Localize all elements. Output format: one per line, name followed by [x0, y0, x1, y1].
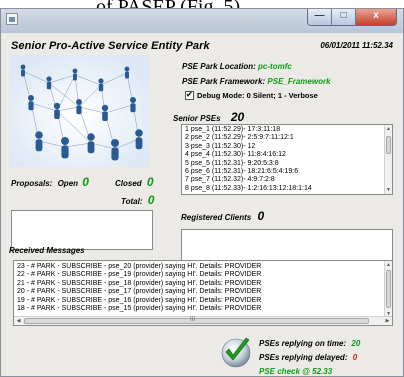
pse-check-status: PSE check @ 52.33 — [259, 367, 333, 376]
pses-delayed-value: 0 — [352, 353, 358, 362]
scroll-thumb[interactable] — [386, 136, 391, 154]
list-item[interactable]: 5 pse_5 (11:52.31)- 9:20:5:3:8 — [182, 160, 383, 168]
list-item[interactable]: 20 - # PARK - SUBSCRIBE - pse_17 (provid… — [14, 288, 383, 296]
list-item[interactable]: 2 pse_2 (11:52.29)- 2:5:9:7:11:12:1 — [182, 134, 383, 142]
park-location: PSE Park Location: pc-tomfc — [182, 62, 292, 71]
registered-clients-count: 0 — [257, 209, 265, 223]
park-location-value: pc-tomfc — [258, 62, 292, 71]
proposals-open-value: 0 — [82, 175, 89, 189]
list-item[interactable]: 18 - # PARK - SUBSCRIBE - pse_15 (provid… — [14, 305, 383, 313]
received-messages-label: Received Messages — [9, 246, 85, 255]
hscroll-thumb[interactable]: III — [24, 317, 369, 324]
proposals-total: Total: 0 — [121, 193, 154, 207]
minimize-button[interactable]: — — [308, 9, 332, 25]
senior-pses-count: 20 — [230, 110, 245, 124]
list-item[interactable]: 23 - # PARK - SUBSCRIBE - pse_20 (provid… — [14, 263, 383, 271]
list-item[interactable]: 3 pse_3 (11:52.30)- 12 — [182, 143, 383, 151]
senior-pses-list[interactable]: 1 pse_1 (11:52.29)- 17:3:11:18 2 pse_2 (1… — [181, 124, 393, 195]
maximize-button[interactable]: □ — [332, 9, 356, 25]
main-panel: Senior Pro-Active Service Entity Park 06… — [5, 33, 399, 376]
park-framework-value: PSE_Framework — [267, 77, 331, 86]
window-controls: — □ x — [307, 9, 397, 26]
proposals-open-label: Open — [57, 179, 79, 188]
list-item[interactable]: 1 pse_1 (11:52.29)- 17:3:11:18 — [182, 126, 383, 134]
window-app-icon[interactable] — [6, 13, 18, 25]
proposals-open: Proposals: Open 0 — [11, 175, 89, 189]
scroll-left-icon[interactable]: ◀ — [14, 317, 23, 325]
list-item[interactable]: 19 - # PARK - SUBSCRIBE - pse_16 (provid… — [14, 297, 383, 305]
pses-on-time-value: 20 — [351, 339, 361, 348]
registered-clients-label: Registered Clients — [181, 213, 252, 222]
check-mark-icon — [221, 337, 251, 368]
title-bar[interactable]: — □ x — [1, 9, 403, 33]
proposals-total-label: Total: — [121, 197, 143, 206]
list-item[interactable]: 7 pse_7 (11:52.32)- 4:9:7:2:8 — [182, 176, 383, 184]
pse-park-window: — □ x Senior Pro-Active Service Entity P… — [0, 8, 404, 377]
scroll-up-icon[interactable]: ▲ — [385, 261, 392, 269]
scroll-up-icon[interactable]: ▲ — [385, 125, 392, 133]
park-location-label: PSE Park Location: — [182, 62, 256, 71]
senior-pses-heading: Senior PSEs 20 — [173, 110, 244, 124]
park-framework: PSE Park Framework: PSE_Framework — [182, 77, 331, 86]
proposals-closed-label: Closed — [115, 179, 142, 188]
registered-clients-heading: Registered Clients 0 — [181, 209, 264, 223]
pses-on-time: PSEs replying on time: 20 — [259, 339, 360, 348]
scroll-down-icon[interactable]: ▼ — [385, 186, 392, 194]
checkbox-check-icon[interactable] — [185, 90, 194, 100]
debug-mode-checkbox[interactable]: Debug Mode: 0 Silent; 1 - Verbose — [185, 90, 318, 100]
proposals-total-value: 0 — [147, 193, 155, 207]
scroll-right-icon[interactable]: ▶ — [383, 317, 392, 325]
list-item[interactable]: 6 pse_6 (11:52.31)- 18:21:6:5:4:19:6 — [182, 168, 383, 176]
list-item[interactable]: 4 pse_4 (11:52.30)- 11:8:4:16:12 — [182, 151, 383, 159]
list-item[interactable]: 22 - # PARK - SUBSCRIBE - pse_19 (provid… — [14, 271, 383, 279]
pses-delayed-label: PSEs replying delayed: — [259, 353, 348, 362]
close-button[interactable]: x — [356, 9, 396, 25]
pses-delayed: PSEs replying delayed: 0 — [259, 353, 357, 362]
list-item[interactable]: 8 pse_8 (11:52.33)- 1:2:16:13:12:18:1:14 — [182, 185, 383, 193]
senior-pses-label: Senior PSEs — [173, 114, 221, 123]
people-network-image — [9, 55, 149, 167]
park-framework-label: PSE Park Framework: — [182, 77, 266, 86]
proposals-closed-value: 0 — [146, 175, 154, 189]
debug-mode-label: Debug Mode: 0 Silent; 1 - Verbose — [197, 91, 318, 100]
page-title: Senior Pro-Active Service Entity Park — [11, 40, 210, 52]
proposals-closed: Closed 0 — [115, 175, 154, 189]
proposals-label: Proposals: — [11, 179, 53, 188]
senior-pses-scrollbar[interactable]: ▲ ▼ — [384, 125, 392, 194]
received-messages-list[interactable]: 23 - # PARK - SUBSCRIBE - pse_20 (provid… — [13, 260, 393, 326]
scroll-thumb[interactable] — [386, 270, 391, 308]
messages-vscrollbar[interactable]: ▲ ▼ — [384, 261, 392, 318]
list-item[interactable]: 21 - # PARK - SUBSCRIBE - pse_18 (provid… — [14, 280, 383, 288]
timestamp: 06/01/2011 11:52.34 — [320, 41, 393, 50]
pses-on-time-label: PSEs replying on time: — [259, 339, 347, 348]
messages-hscrollbar[interactable]: ◀ III ▶ — [14, 316, 392, 325]
proposals-panel[interactable] — [11, 210, 153, 250]
